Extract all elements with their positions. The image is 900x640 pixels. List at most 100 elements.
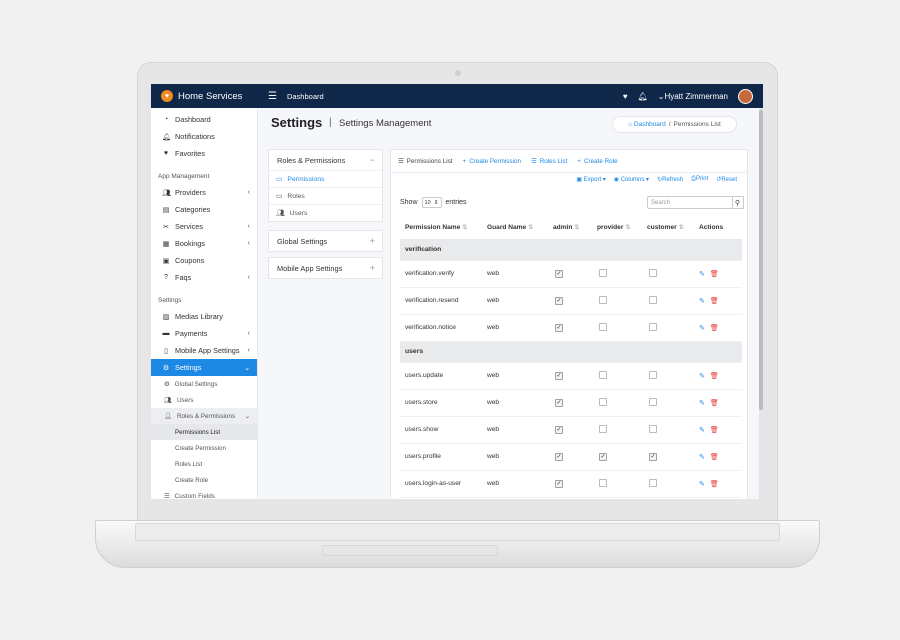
provider-checkbox[interactable] bbox=[599, 295, 607, 304]
column-header-customer[interactable]: customer ⇅ bbox=[642, 217, 694, 240]
edit-icon[interactable]: ✎ bbox=[699, 454, 705, 461]
sidebar-sub-custom-fields[interactable]: ☰ Custom Fields bbox=[151, 488, 257, 500]
global-settings-card[interactable]: Global Settings + bbox=[268, 230, 383, 252]
panel-item-permissions[interactable]: ▭ Permissions bbox=[269, 170, 382, 187]
customer-checkbox[interactable] bbox=[649, 295, 657, 304]
column-header-guard-name[interactable]: Guard Name ⇅ bbox=[482, 217, 548, 240]
breadcrumb-current: Permissions List bbox=[673, 121, 721, 128]
customer-checkbox[interactable] bbox=[649, 268, 657, 277]
scrollbar[interactable] bbox=[759, 108, 763, 499]
print-button[interactable]: ⎙Print bbox=[691, 176, 708, 183]
provider-checkbox[interactable] bbox=[599, 397, 607, 406]
sidebar-subsub-create-permission[interactable]: Create Permission bbox=[151, 440, 257, 456]
trash-icon[interactable]: 🗑︎ bbox=[710, 325, 719, 332]
edit-icon[interactable]: ✎ bbox=[699, 481, 705, 488]
admin-checkbox[interactable]: ✓ bbox=[555, 425, 563, 434]
sidebar-subsub-permissions-list[interactable]: Permissions List bbox=[151, 424, 257, 440]
export-button[interactable]: ▣ Export ▾ bbox=[576, 176, 605, 183]
sidebar-item-favorites[interactable]: ♥ Favorites bbox=[151, 145, 257, 162]
refresh-button[interactable]: ↻Refresh bbox=[657, 176, 683, 183]
customer-checkbox[interactable] bbox=[649, 397, 657, 406]
column-header-provider[interactable]: provider ⇅ bbox=[592, 217, 642, 240]
sidebar-item-dashboard[interactable]: ◔ Dashboard bbox=[151, 111, 257, 128]
provider-checkbox[interactable] bbox=[599, 424, 607, 433]
columns-button[interactable]: ◉ Columns ▾ bbox=[614, 176, 649, 183]
expand-icon[interactable]: + bbox=[370, 236, 375, 246]
admin-checkbox[interactable]: ✓ bbox=[555, 269, 563, 278]
chevron-icon: ‹ bbox=[247, 189, 250, 196]
sidebar-item-settings[interactable]: ⚙ Settings ⌄ bbox=[151, 359, 257, 376]
customer-checkbox[interactable] bbox=[649, 478, 657, 487]
column-header-permission-name[interactable]: Permission Name ⇅ bbox=[400, 217, 482, 240]
trash-icon[interactable]: 🗑︎ bbox=[710, 427, 719, 434]
mobile-app-settings-card[interactable]: Mobile App Settings + bbox=[268, 257, 383, 279]
provider-checkbox[interactable] bbox=[599, 268, 607, 277]
trash-icon[interactable]: 🗑︎ bbox=[710, 454, 719, 461]
provider-checkbox[interactable] bbox=[599, 322, 607, 331]
tab-create-permission[interactable]: + Create Permission bbox=[463, 158, 521, 165]
provider-checkbox[interactable] bbox=[599, 370, 607, 379]
admin-checkbox[interactable]: ✓ bbox=[555, 479, 563, 488]
sidebar-item-providers[interactable]: 👥︎ Providers ‹ bbox=[151, 184, 257, 201]
trash-icon[interactable]: 🗑︎ bbox=[710, 271, 719, 278]
avatar[interactable] bbox=[738, 88, 753, 104]
admin-checkbox[interactable]: ✓ bbox=[555, 398, 563, 407]
panel-item-roles[interactable]: ▭ Roles bbox=[269, 187, 382, 204]
admin-checkbox[interactable]: ✓ bbox=[555, 371, 563, 380]
sidebar-sub-users[interactable]: 👥︎ Users bbox=[151, 392, 257, 408]
search-icon[interactable]: ⚲ bbox=[732, 196, 744, 209]
admin-checkbox[interactable]: ✓ bbox=[555, 323, 563, 332]
edit-icon[interactable]: ✎ bbox=[699, 427, 705, 434]
admin-checkbox[interactable]: ✓ bbox=[555, 296, 563, 305]
sidebar-item-coupons[interactable]: ▣ Coupons bbox=[151, 252, 257, 269]
tab-permissions-list[interactable]: ☰ Permissions List bbox=[398, 158, 453, 165]
sidebar-sub-global-settings[interactable]: ⚙ Global Settings bbox=[151, 376, 257, 392]
customer-checkbox[interactable] bbox=[649, 370, 657, 379]
trash-icon[interactable]: 🗑︎ bbox=[710, 481, 719, 488]
provider-checkbox[interactable] bbox=[599, 478, 607, 487]
sidebar-item-categories[interactable]: ▤ Categories bbox=[151, 201, 257, 218]
tab-roles-list[interactable]: ☰ Roles List bbox=[531, 158, 567, 165]
breadcrumb-home[interactable]: ⌂ Dashboard bbox=[628, 121, 666, 128]
sidebar-subsub-roles-list[interactable]: Roles List bbox=[151, 456, 257, 472]
sidebar-sub-roles-permissions[interactable]: 👤︎ Roles & Permissions ⌄ bbox=[151, 408, 257, 424]
edit-icon[interactable]: ✎ bbox=[699, 271, 705, 278]
top-dashboard-link[interactable]: Dashboard bbox=[287, 92, 324, 101]
search-input[interactable]: Search bbox=[647, 196, 733, 209]
sidebar-item-notifications[interactable]: 🔔︎ Notifications bbox=[151, 128, 257, 145]
column-header-admin[interactable]: admin ⇅ bbox=[548, 217, 592, 240]
table-row: users.show web ✓ ✎ 🗑︎ bbox=[400, 416, 742, 444]
customer-checkbox[interactable] bbox=[649, 424, 657, 433]
trash-icon[interactable]: 🗑︎ bbox=[710, 400, 719, 407]
sidebar-item-payments[interactable]: ▬ Payments ‹ bbox=[151, 325, 257, 342]
brand[interactable]: ♥ Home Services bbox=[151, 90, 258, 102]
panel-item-users[interactable]: 👥︎ Users bbox=[269, 204, 382, 221]
edit-icon[interactable]: ✎ bbox=[699, 373, 705, 380]
sidebar-subsub-create-role[interactable]: Create Role bbox=[151, 472, 257, 488]
expand-icon[interactable]: + bbox=[370, 263, 375, 273]
menu-icon[interactable]: ☰ bbox=[268, 91, 277, 102]
sidebar-item-medias-library[interactable]: ▨ Medias Library bbox=[151, 308, 257, 325]
entries-select[interactable]: 10 ⇕ bbox=[421, 197, 442, 208]
sidebar-item-mobile-app-settings[interactable]: ▯ Mobile App Settings ‹ bbox=[151, 342, 257, 359]
sidebar-item-services[interactable]: ✂ Services ‹ bbox=[151, 218, 257, 235]
tab-create-role[interactable]: + Create Role bbox=[577, 158, 617, 165]
edit-icon[interactable]: ✎ bbox=[699, 400, 705, 407]
edit-icon[interactable]: ✎ bbox=[699, 325, 705, 332]
trash-icon[interactable]: 🗑︎ bbox=[710, 298, 719, 305]
collapse-icon[interactable]: − bbox=[370, 155, 375, 165]
roles-permissions-header[interactable]: Roles & Permissions − bbox=[269, 150, 382, 170]
admin-checkbox[interactable]: ✓ bbox=[555, 452, 563, 461]
trash-icon[interactable]: 🗑︎ bbox=[710, 373, 719, 380]
heart-icon[interactable]: ♥ bbox=[623, 92, 628, 101]
bell-icon[interactable]: 🔔︎ bbox=[638, 92, 648, 101]
reset-button[interactable]: ↺Reset bbox=[716, 176, 737, 183]
sidebar-item-faqs[interactable]: ? Faqs ‹ bbox=[151, 269, 257, 286]
user-menu[interactable]: ⌄Hyatt Zimmerman bbox=[658, 92, 728, 101]
customer-checkbox[interactable]: ✓ bbox=[649, 452, 657, 461]
provider-checkbox[interactable]: ✓ bbox=[599, 452, 607, 461]
edit-icon[interactable]: ✎ bbox=[699, 298, 705, 305]
sidebar-item-bookings[interactable]: ▦ Bookings ‹ bbox=[151, 235, 257, 252]
keyboard bbox=[135, 523, 780, 541]
customer-checkbox[interactable] bbox=[649, 322, 657, 331]
